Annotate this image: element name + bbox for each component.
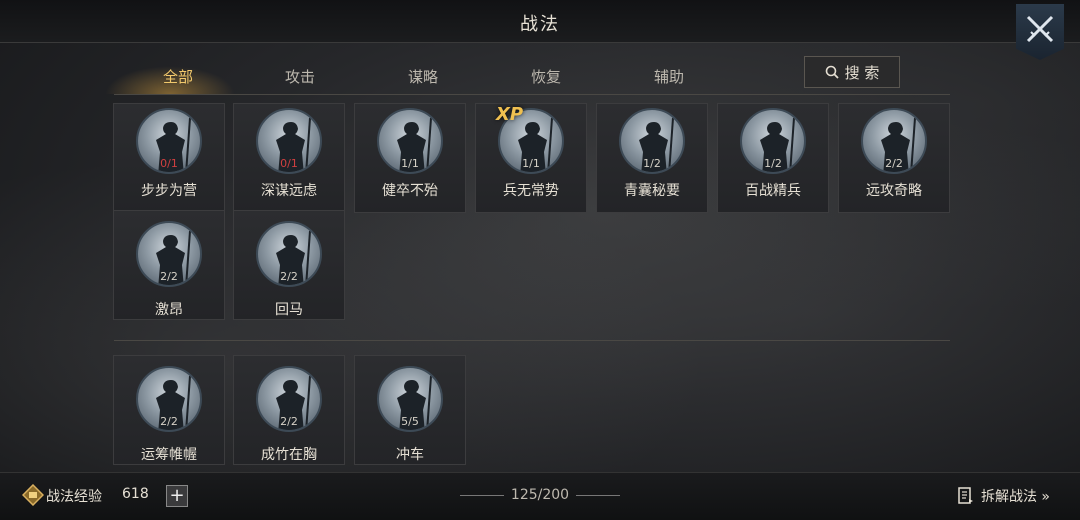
capacity-count: 125/200 bbox=[510, 487, 570, 503]
search-icon bbox=[825, 65, 839, 79]
crossed-swords-icon bbox=[1026, 15, 1054, 43]
top-bar: 战法 bbox=[0, 0, 1080, 43]
tab-strategy[interactable]: 谋略 bbox=[373, 66, 473, 87]
tactic-name: 成竹在胸 bbox=[261, 447, 317, 463]
general-portrait: 5/5 bbox=[377, 366, 443, 432]
general-portrait: 1/2 bbox=[740, 108, 806, 174]
tab-all[interactable]: 全部 bbox=[128, 66, 228, 87]
xp-badge: XP bbox=[496, 104, 524, 125]
close-button[interactable] bbox=[1016, 4, 1064, 60]
tactic-card[interactable]: 1/2 青囊秘要 bbox=[596, 103, 708, 213]
tactic-name: 运筹帷幄 bbox=[141, 447, 197, 463]
tactic-name: 激昂 bbox=[155, 302, 183, 318]
tactic-card[interactable]: 2/2 激昂 bbox=[113, 210, 225, 320]
owned-count: 0/1 bbox=[160, 157, 178, 170]
tactic-name: 兵无常势 bbox=[503, 183, 559, 199]
owned-count: 2/2 bbox=[280, 270, 298, 283]
tactic-card[interactable]: 0/1 步步为营 bbox=[113, 103, 225, 213]
tactic-card[interactable]: 2/2 运筹帷幄 bbox=[113, 355, 225, 465]
tactic-card[interactable]: 0/1 深谋远虑 bbox=[233, 103, 345, 213]
tab-attack[interactable]: 攻击 bbox=[250, 66, 350, 87]
section-divider bbox=[114, 340, 950, 341]
tactic-card[interactable]: 1/2 百战精兵 bbox=[717, 103, 829, 213]
tactic-card[interactable]: 2/2 回马 bbox=[233, 210, 345, 320]
owned-count: 1/1 bbox=[401, 157, 419, 170]
tactic-name: 深谋远虑 bbox=[261, 183, 317, 199]
owned-count: 1/2 bbox=[764, 157, 782, 170]
general-portrait: 2/2 bbox=[256, 221, 322, 287]
tab-recovery[interactable]: 恢复 bbox=[496, 66, 596, 87]
general-portrait: 0/1 bbox=[256, 108, 322, 174]
owned-count: 2/2 bbox=[160, 270, 178, 283]
owned-count: 5/5 bbox=[401, 415, 419, 428]
general-portrait: 2/2 bbox=[861, 108, 927, 174]
tactic-name: 百战精兵 bbox=[745, 183, 801, 199]
tactic-name: 健卒不殆 bbox=[382, 183, 438, 199]
general-portrait: 2/2 bbox=[136, 221, 202, 287]
search-label: 搜 索 bbox=[844, 63, 880, 82]
tactic-name: 回马 bbox=[275, 302, 303, 318]
general-portrait: 2/2 bbox=[256, 366, 322, 432]
tactic-card[interactable]: 1/1 健卒不殆 bbox=[354, 103, 466, 213]
tactic-card[interactable]: 1/1 XP 兵无常势 bbox=[475, 103, 587, 213]
owned-count: 0/1 bbox=[280, 157, 298, 170]
general-portrait: 0/1 bbox=[136, 108, 202, 174]
general-portrait: 2/2 bbox=[136, 366, 202, 432]
owned-count: 1/1 bbox=[522, 157, 540, 170]
tactic-card[interactable]: 2/2 成竹在胸 bbox=[233, 355, 345, 465]
general-portrait: 1/2 bbox=[619, 108, 685, 174]
tactic-card[interactable]: 5/5 冲车 bbox=[354, 355, 466, 465]
page-title: 战法 bbox=[520, 14, 560, 35]
tactic-name: 远攻奇略 bbox=[866, 183, 922, 199]
tactic-name: 冲车 bbox=[396, 447, 424, 463]
owned-count: 2/2 bbox=[280, 415, 298, 428]
owned-count: 1/2 bbox=[643, 157, 661, 170]
tactic-card[interactable]: 2/2 远攻奇略 bbox=[838, 103, 950, 213]
decompose-label: 拆解战法 » bbox=[980, 489, 1050, 505]
book-icon bbox=[958, 487, 973, 504]
decompose-button[interactable]: 拆解战法 » bbox=[957, 486, 1050, 506]
tab-support[interactable]: 辅助 bbox=[619, 66, 719, 87]
tactic-name: 青囊秘要 bbox=[624, 183, 680, 199]
owned-count: 2/2 bbox=[160, 415, 178, 428]
capacity-line-right bbox=[576, 495, 620, 496]
search-button[interactable]: 搜 索 bbox=[804, 56, 900, 88]
general-portrait: 1/1 bbox=[377, 108, 443, 174]
owned-count: 2/2 bbox=[885, 157, 903, 170]
tactic-name: 步步为营 bbox=[141, 183, 197, 199]
